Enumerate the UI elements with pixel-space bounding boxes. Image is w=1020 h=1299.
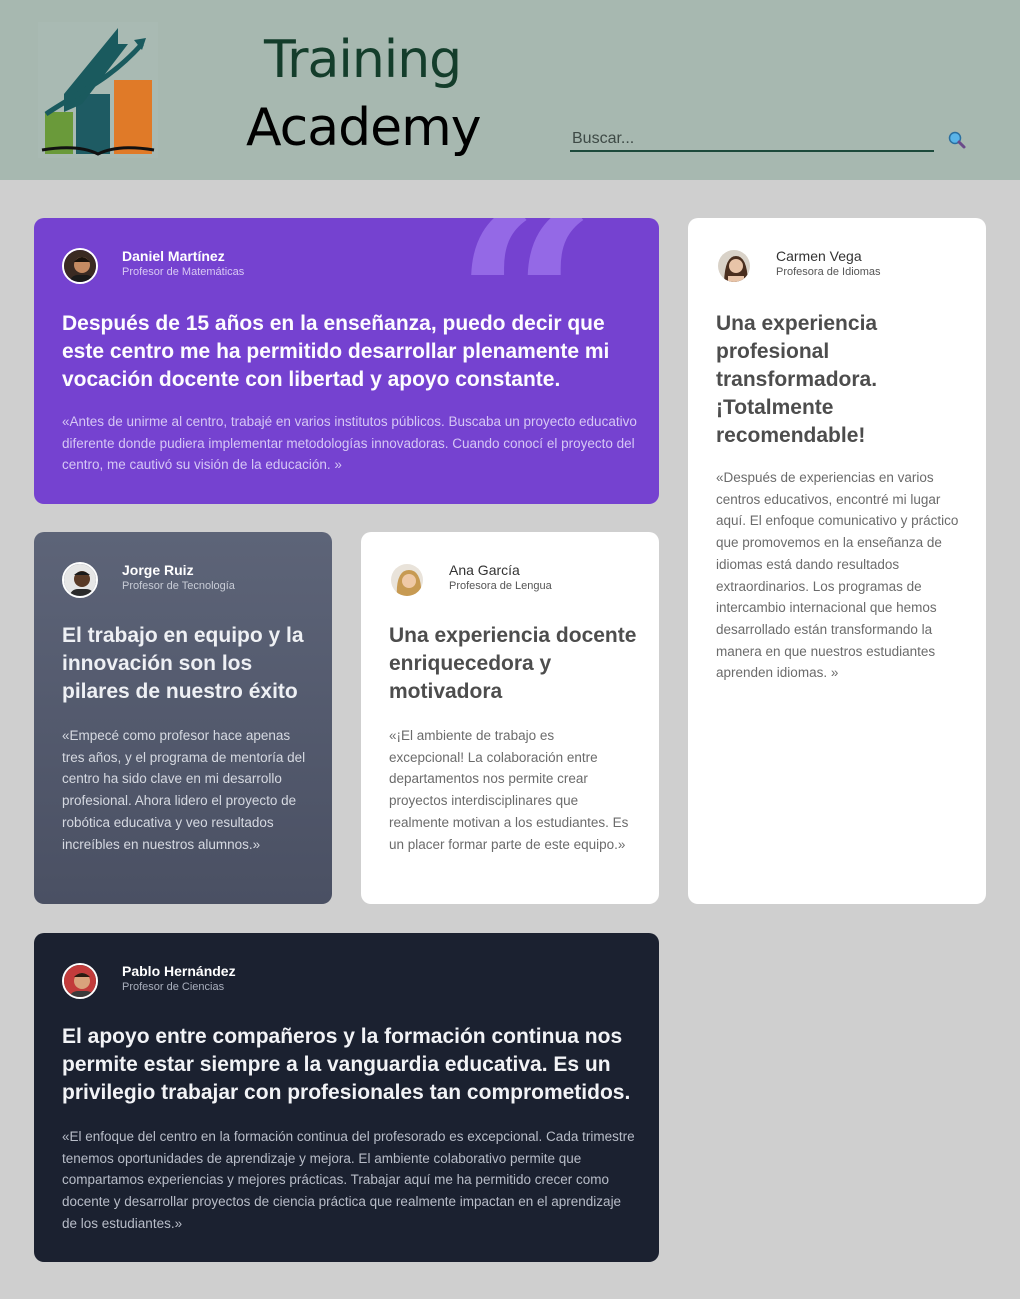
testimonial-text: «Después de experiencias en varios centr…: [716, 470, 959, 681]
testimonial-headline: El apoyo entre compañeros y la formación…: [62, 1025, 631, 1104]
author-name: Jorge Ruiz: [122, 562, 194, 578]
search-button[interactable]: [946, 130, 968, 152]
author-role: Profesor de Ciencias: [122, 981, 225, 993]
academy-logo[interactable]: [38, 22, 158, 158]
testimonial-card-ana: Ana García Profesora de Lengua Una exper…: [361, 532, 659, 904]
avatar: [62, 248, 98, 284]
author-name: Ana García: [449, 562, 520, 578]
brand-title-academy: Academy: [246, 98, 482, 158]
testimonial-headline: El trabajo en equipo y la innovación son…: [62, 624, 304, 703]
search-box: [570, 128, 934, 152]
brand-title-training: Training: [264, 30, 462, 90]
testimonial-text: «¡El ambiente de trabajo es excepcional!…: [389, 728, 629, 852]
search-icon: [948, 131, 966, 149]
avatar: [716, 248, 752, 284]
testimonial-card-carmen: Carmen Vega Profesora de Idiomas Una exp…: [688, 218, 986, 904]
testimonial-text: «Antes de unirme al centro, trabajé en v…: [62, 414, 637, 473]
testimonial-headline: Una experiencia docente enriquecedora y …: [389, 624, 637, 703]
avatar: [62, 562, 98, 598]
avatar: [62, 963, 98, 999]
search-input[interactable]: [570, 128, 934, 150]
testimonial-text: «El enfoque del centro en la formación c…: [62, 1129, 635, 1231]
testimonial-headline: Una experiencia profesional transformado…: [716, 312, 878, 447]
testimonial-card-pablo: Pablo Hernández Profesor de Ciencias El …: [34, 933, 659, 1262]
author-role: Profesor de Matemáticas: [122, 266, 245, 278]
testimonial-card-daniel: “ Daniel Martínez Profesor de Matemática…: [34, 218, 659, 504]
author-name: Carmen Vega: [776, 248, 862, 264]
author-role: Profesora de Idiomas: [776, 266, 881, 278]
author-role: Profesor de Tecnología: [122, 580, 235, 592]
testimonial-headline: Después de 15 años en la enseñanza, pued…: [62, 312, 610, 391]
author-name: Pablo Hernández: [122, 963, 236, 979]
author-role: Profesora de Lengua: [449, 580, 552, 592]
avatar: [389, 562, 425, 598]
author-name: Daniel Martínez: [122, 248, 225, 264]
site-header: Training Academy: [0, 0, 1020, 180]
testimonial-card-jorge: Jorge Ruiz Profesor de Tecnología El tra…: [34, 532, 332, 904]
testimonial-text: «Empecé como profesor hace apenas tres a…: [62, 728, 306, 852]
